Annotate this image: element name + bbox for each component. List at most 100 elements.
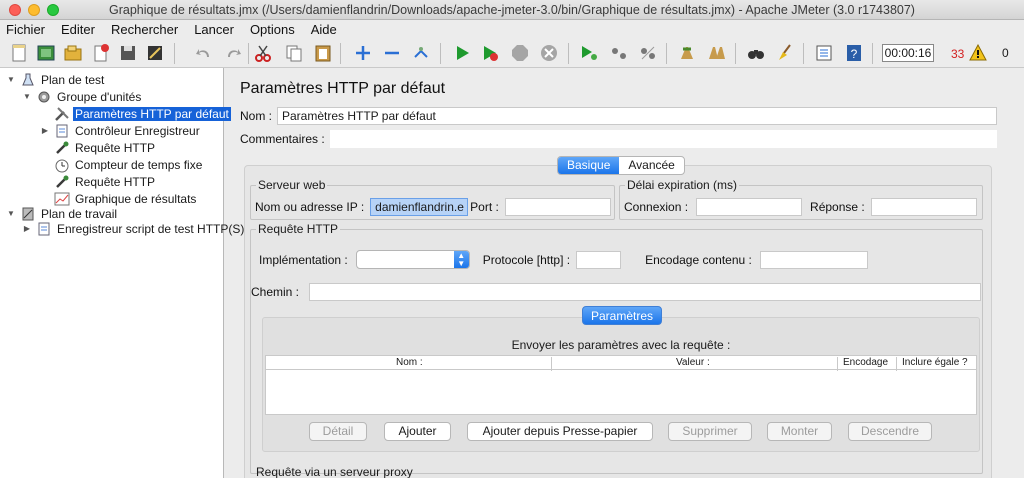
host-label: Nom ou adresse IP : <box>255 200 365 214</box>
collapse-all-icon[interactable] <box>381 42 403 64</box>
http-options-row: Implémentation : ▲ ▼ Protocole [http] : E… <box>259 250 868 269</box>
menu-aide[interactable]: Aide <box>311 22 337 37</box>
tree-item-parametres-http[interactable]: Paramètres HTTP par défaut <box>54 105 231 122</box>
undo-icon[interactable] <box>193 42 215 64</box>
shutdown-icon[interactable] <box>538 42 560 64</box>
tab-basique[interactable]: Basique <box>558 157 620 174</box>
remote-stop-icon[interactable] <box>608 42 630 64</box>
tree-expanded-icon[interactable]: ▼ <box>22 92 32 102</box>
port-field[interactable] <box>504 198 611 216</box>
col-valeur[interactable]: Valeur : <box>676 357 710 368</box>
tree-expanded-icon[interactable]: ▼ <box>6 75 16 85</box>
document-icon <box>36 221 52 237</box>
main-panel: Paramètres HTTP par défaut Nom : Paramèt… <box>232 68 1024 478</box>
mode-tabs: Basique Avancée <box>557 156 685 175</box>
start-no-pauses-icon[interactable] <box>479 42 501 64</box>
delete-button[interactable]: Supprimer <box>668 422 752 441</box>
tree-item-compteur-temps[interactable]: Compteur de temps fixe <box>54 156 204 173</box>
page-title: Paramètres HTTP par défaut <box>240 80 446 97</box>
tree-item-requete-http-1[interactable]: Requête HTTP <box>54 139 157 156</box>
tree-item-groupe-unites[interactable]: ▼ Groupe d'unités <box>22 88 143 105</box>
http-group-title: Requête HTTP <box>256 222 341 236</box>
menu-bar: Fichier Editer Rechercher Lancer Options… <box>0 20 1024 39</box>
tree-item-controleur-enregistreur[interactable]: ▶ Contrôleur Enregistreur <box>40 122 202 139</box>
tree-counter: 0 <box>1002 46 1009 60</box>
function-helper-icon[interactable] <box>813 42 835 64</box>
open-folder-icon[interactable] <box>62 42 84 64</box>
name-row: Nom : Paramètres HTTP par défaut <box>240 107 997 125</box>
protocol-label: Protocole [http] : <box>482 252 571 267</box>
search-binoculars-icon[interactable] <box>745 42 767 64</box>
comments-row: Commentaires : <box>240 130 997 148</box>
host-field[interactable]: damienflandrin.e <box>370 198 469 216</box>
add-from-clipboard-button[interactable]: Ajouter depuis Presse-papier <box>467 422 653 441</box>
start-icon[interactable] <box>451 42 473 64</box>
remote-exit-icon[interactable] <box>637 42 659 64</box>
timeout-group-title: Délai expiration (ms) <box>625 178 740 192</box>
col-inclure-egale[interactable]: Inclure égale ? <box>902 357 968 368</box>
error-count: 33 <box>951 47 965 61</box>
new-file-icon[interactable] <box>8 42 30 64</box>
comments-label: Commentaires : <box>240 132 325 146</box>
server-group: Serveur web Nom ou adresse IP : damienfl… <box>250 178 615 220</box>
menu-rechercher[interactable]: Rechercher <box>111 22 178 37</box>
comments-field[interactable] <box>330 130 997 148</box>
col-encodage[interactable]: Encodage <box>843 357 888 368</box>
remote-start-icon[interactable] <box>578 42 600 64</box>
tree-collapsed-icon[interactable]: ▶ <box>22 224 32 234</box>
path-label: Chemin : <box>251 285 300 299</box>
tree-expanded-icon[interactable]: ▼ <box>6 209 16 219</box>
menu-options[interactable]: Options <box>250 22 295 37</box>
menu-lancer[interactable]: Lancer <box>194 22 234 37</box>
tab-avancee[interactable]: Avancée <box>619 157 683 174</box>
warning-icon[interactable] <box>969 43 987 64</box>
tree-item-plan-de-test[interactable]: ▼ Plan de test <box>6 71 106 88</box>
help-icon[interactable]: ? <box>843 42 865 64</box>
close-file-icon[interactable] <box>90 42 112 64</box>
path-field[interactable] <box>309 283 981 301</box>
encoding-field[interactable] <box>759 250 868 269</box>
tab-parametres[interactable]: Paramètres <box>582 306 663 325</box>
toggle-icon[interactable] <box>410 42 432 64</box>
encoding-label: Encodage contenu : <box>645 252 752 267</box>
parameters-panel: Envoyer les paramètres avec la requête :… <box>262 317 980 452</box>
server-group-title: Serveur web <box>256 178 328 192</box>
redo-icon[interactable] <box>222 42 244 64</box>
add-button[interactable]: Ajouter <box>384 422 451 441</box>
tree-item-requete-http-2[interactable]: Requête HTTP <box>54 173 157 190</box>
templates-icon[interactable] <box>35 42 57 64</box>
detail-button[interactable]: Détail <box>309 422 367 441</box>
save-screenshot-icon[interactable] <box>144 42 166 64</box>
name-field[interactable]: Paramètres HTTP par défaut <box>277 107 997 125</box>
response-timeout-field[interactable] <box>870 198 977 216</box>
select-stepper-icon: ▲ ▼ <box>453 251 469 268</box>
name-label: Nom : <box>240 109 273 123</box>
save-icon[interactable] <box>117 42 139 64</box>
title-bar: Graphique de résultats.jmx (/Users/damie… <box>0 0 1024 20</box>
elapsed-timer: 00:00:16 <box>882 44 934 62</box>
clear-icon[interactable] <box>676 42 698 64</box>
menu-editer[interactable]: Editer <box>61 22 95 37</box>
gear-icon <box>36 89 52 105</box>
stop-icon[interactable] <box>509 42 531 64</box>
pipette-icon <box>54 140 70 156</box>
cut-icon[interactable] <box>252 42 274 64</box>
move-down-button[interactable]: Descendre <box>848 422 932 441</box>
connect-label: Connexion : <box>624 200 689 214</box>
implementation-select[interactable]: ▲ ▼ <box>355 250 470 269</box>
protocol-field[interactable] <box>576 250 622 269</box>
move-up-button[interactable]: Monter <box>767 422 832 441</box>
parameters-table-header: Nom : Valeur : Encodage Inclure égale ? <box>266 356 976 371</box>
tree-item-enregistreur-script[interactable]: ▶ Enregistreur script de test HTTP(S) <box>22 220 246 237</box>
col-nom[interactable]: Nom : <box>396 357 423 368</box>
reset-search-broom-icon[interactable] <box>774 42 796 64</box>
parameters-table[interactable]: Nom : Valeur : Encodage Inclure égale ? <box>265 355 977 415</box>
connect-timeout-field[interactable] <box>696 198 803 216</box>
clear-all-icon[interactable] <box>706 42 728 64</box>
menu-fichier[interactable]: Fichier <box>6 22 45 37</box>
tree-collapsed-icon[interactable]: ▶ <box>40 126 50 136</box>
wrench-icon <box>54 106 70 122</box>
paste-icon[interactable] <box>312 42 334 64</box>
expand-all-icon[interactable] <box>352 42 374 64</box>
copy-icon[interactable] <box>283 42 305 64</box>
